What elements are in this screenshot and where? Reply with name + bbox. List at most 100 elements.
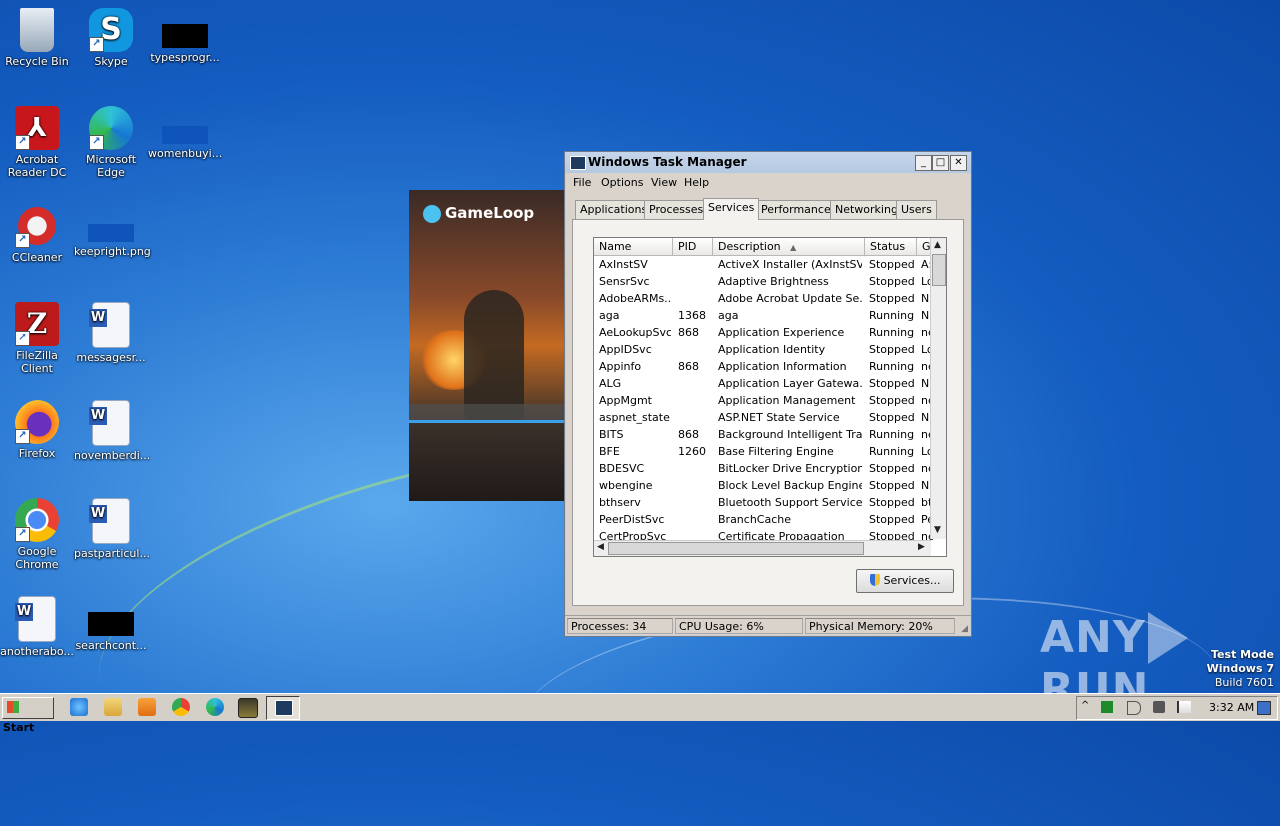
- show-hidden-icons-icon[interactable]: ^: [1081, 700, 1089, 711]
- menu-help[interactable]: Help: [684, 176, 709, 189]
- gameloop-taskbar-icon[interactable]: [238, 698, 258, 718]
- desktop-icon[interactable]: keepright.png: [74, 204, 151, 258]
- table-row[interactable]: AdobeARMs... Adobe Acrobat Update Se... St…: [594, 290, 933, 307]
- scroll-down-icon[interactable]: ▼: [934, 525, 941, 535]
- desktop-icon-label: searchcont...: [75, 639, 147, 652]
- desktop-icon[interactable]: searchcont...: [74, 596, 148, 652]
- column-header-name[interactable]: Name: [594, 238, 673, 255]
- network-icon[interactable]: [1153, 701, 1165, 713]
- recycle-bin-icon: [20, 8, 54, 52]
- desktop-icon[interactable]: pastparticul...: [74, 498, 150, 560]
- edge-taskbar-icon[interactable]: [206, 698, 224, 716]
- table-row[interactable]: bthserv Bluetooth Support Service Stopped b…: [594, 494, 932, 511]
- firefox-icon: ↗: [15, 400, 59, 444]
- desktop-icon-label: womenbuyi...: [148, 147, 223, 160]
- tab-performance[interactable]: Performance: [756, 200, 836, 219]
- desktop-icon[interactable]: ↗ Google Chrome: [0, 498, 74, 571]
- desktop-icon[interactable]: womenbuyi...: [148, 106, 222, 160]
- network-activity-icon[interactable]: [1101, 701, 1113, 713]
- column-header-description[interactable]: Description ▲: [713, 238, 865, 255]
- desktop-icon[interactable]: anotherabo...: [0, 596, 74, 658]
- desktop-icon[interactable]: S ↗ Skype: [74, 8, 148, 68]
- table-row[interactable]: ALG Application Layer Gatewa... Stopped N,: [594, 375, 933, 392]
- menu-file[interactable]: File: [573, 176, 591, 189]
- scroll-left-icon[interactable]: ◀: [597, 542, 604, 552]
- vertical-scrollbar[interactable]: ▲ ▼: [930, 238, 946, 539]
- close-button[interactable]: ✕: [950, 155, 967, 171]
- table-row[interactable]: SensrSvc Adaptive Brightness Stopped Lo: [594, 273, 933, 290]
- desktop-icon[interactable]: ↗ Microsoft Edge: [74, 106, 148, 179]
- tab-networking[interactable]: Networking: [830, 200, 903, 219]
- desktop-icon[interactable]: Recycle Bin: [0, 8, 74, 68]
- table-row[interactable]: wbengine Block Level Backup Engine ... Sto…: [594, 477, 933, 494]
- service-status: Running: [869, 309, 915, 322]
- table-row[interactable]: AppIDSvc Application Identity Stopped Lo: [594, 341, 933, 358]
- table-row[interactable]: AeLookupSvc 868 Application Experience Runn…: [594, 324, 933, 341]
- task-manager-taskbar-button[interactable]: [266, 696, 300, 720]
- start-button[interactable]: Start: [2, 697, 54, 734]
- service-description: Application Information: [718, 360, 847, 373]
- media-player-icon[interactable]: [138, 698, 156, 716]
- table-row[interactable]: AppMgmtApplication ManagementStoppedne: [594, 392, 933, 409]
- desktop-icon[interactable]: messagesr...: [74, 302, 148, 364]
- task-manager-icon: [570, 156, 586, 170]
- desktop-icon[interactable]: Z ↗ FileZilla Client: [0, 302, 74, 375]
- show-desktop-icon[interactable]: [1257, 701, 1271, 715]
- table-row[interactable]: BFE 1260 Base Filtering Engine Running Lo: [594, 443, 933, 460]
- desktop-icon[interactable]: novemberdi...: [74, 400, 150, 462]
- menu-options[interactable]: Options: [601, 176, 643, 189]
- column-header-pid[interactable]: PID: [673, 238, 713, 255]
- scroll-thumb-horizontal[interactable]: [608, 542, 864, 555]
- desktop-icon-label: Microsoft Edge: [85, 153, 137, 179]
- tab-services[interactable]: Services: [703, 198, 760, 220]
- scroll-thumb[interactable]: [932, 254, 946, 286]
- scroll-right-icon[interactable]: ▶: [918, 542, 925, 552]
- horizontal-scrollbar[interactable]: ◀ ▶: [594, 540, 931, 556]
- services-button-label: Services...: [883, 574, 941, 587]
- table-row[interactable]: aspnet_state ASP.NET State Service Stopped…: [594, 409, 933, 426]
- minimize-button[interactable]: _: [915, 155, 932, 171]
- window-title: Windows Task Manager: [588, 155, 747, 169]
- volume-icon[interactable]: [1127, 701, 1141, 715]
- desktop-icon[interactable]: ↗ Firefox: [0, 400, 74, 460]
- clock[interactable]: 3:32 AM: [1209, 701, 1254, 714]
- column-header-status[interactable]: Status: [865, 238, 917, 255]
- desktop-icon[interactable]: ⅄ ↗ Acrobat Reader DC: [0, 106, 74, 179]
- internet-explorer-icon[interactable]: [70, 698, 88, 716]
- menu-view[interactable]: View: [651, 176, 677, 189]
- tab-users[interactable]: Users: [896, 200, 937, 219]
- service-status: Stopped: [869, 343, 915, 356]
- table-row[interactable]: Appinfo 868 Application Information Running…: [594, 358, 933, 375]
- title-bar[interactable]: Windows Task Manager _ □ ✕: [565, 152, 971, 173]
- tab-processes[interactable]: Processes: [644, 200, 709, 219]
- gameloop-logo: GameLoop: [423, 204, 534, 223]
- gameloop-splash-window[interactable]: GameLoop: [409, 190, 565, 501]
- table-row[interactable]: aga 1368 aga Running N,: [594, 307, 933, 324]
- skype-icon: S ↗: [89, 8, 133, 52]
- service-status: Stopped: [869, 411, 915, 424]
- scroll-up-icon[interactable]: ▲: [934, 240, 941, 250]
- action-center-flag-icon[interactable]: [1177, 701, 1191, 713]
- file-explorer-icon[interactable]: [104, 698, 122, 716]
- services-list[interactable]: Name PID Description ▲ Status Gr AxInstS…: [593, 237, 947, 557]
- test-mode-label: Test Mode: [1211, 648, 1274, 661]
- table-row[interactable]: AxInstSV ActiveX Installer (AxInstSV) Stop…: [594, 256, 932, 273]
- resize-grip-icon[interactable]: ◢: [961, 624, 968, 634]
- maximize-button[interactable]: □: [932, 155, 949, 171]
- table-row[interactable]: BDESVC BitLocker Drive Encryption... Stopp…: [594, 460, 933, 477]
- desktop-icon[interactable]: typesprogr...: [148, 8, 222, 64]
- status-physical-memory: Physical Memory: 20%: [805, 618, 955, 634]
- service-name: BITS: [599, 428, 624, 441]
- desktop-icon[interactable]: ↗ CCleaner: [0, 204, 74, 264]
- services-button[interactable]: Services...: [856, 569, 954, 593]
- table-row[interactable]: PeerDistSvc BranchCache Stopped Pe: [594, 511, 933, 528]
- table-row[interactable]: BITS 868 Background Intelligent Tra... Runn…: [594, 426, 933, 443]
- status-processes: Processes: 34: [567, 618, 673, 634]
- service-status: Stopped: [869, 377, 915, 390]
- chrome-taskbar-icon[interactable]: [172, 698, 190, 716]
- soldier-graphic: [464, 290, 524, 420]
- tab-applications[interactable]: Applications: [575, 200, 653, 219]
- word-doc-icon: [89, 498, 130, 544]
- tab-strip: Applications Processes Services Performa…: [574, 198, 962, 220]
- word-doc-icon: [15, 596, 56, 642]
